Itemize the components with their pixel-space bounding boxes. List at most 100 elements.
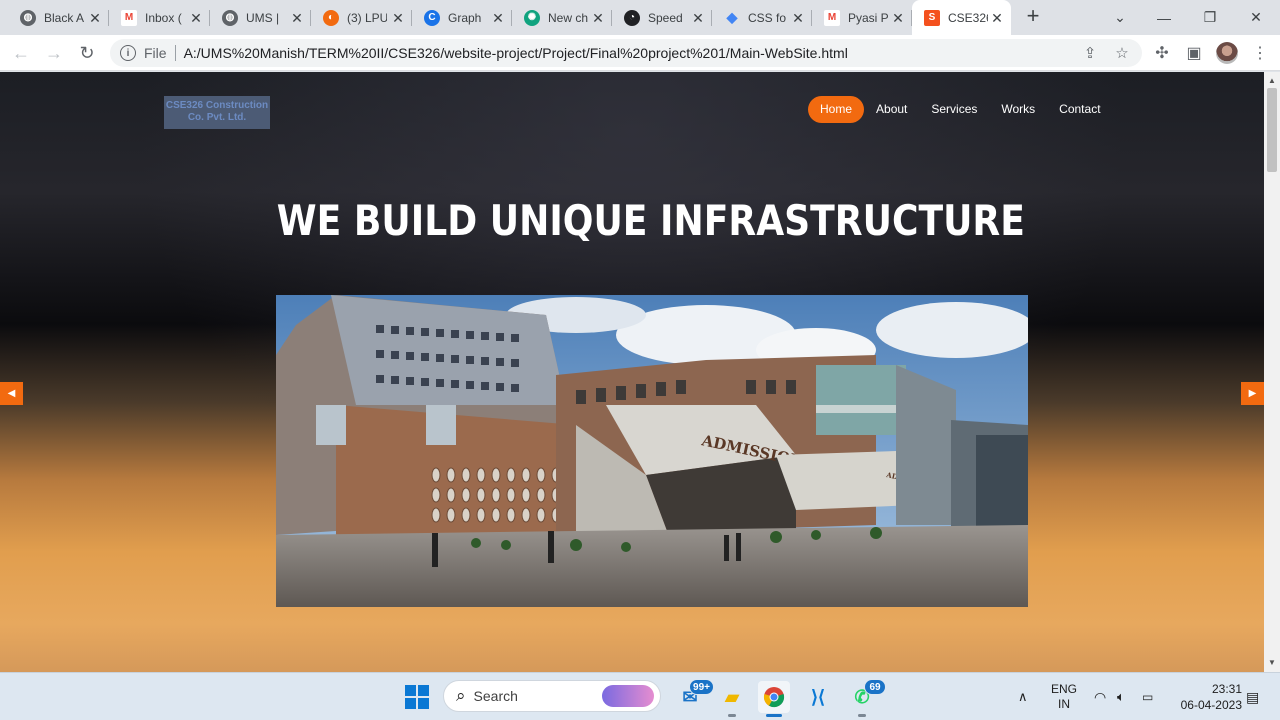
restore-icon[interactable]: ❐ (1187, 0, 1233, 35)
gmail-icon: M (121, 9, 137, 26)
notification-icon[interactable]: ▤ (1246, 673, 1259, 720)
tab-5[interactable]: ✺ New ch ✕ (512, 0, 612, 35)
running-indicator (728, 714, 736, 717)
show-hidden-icons-icon[interactable]: ∧ (1018, 673, 1028, 720)
language-line-2: IN (1058, 697, 1070, 711)
tab-title: Black A (44, 10, 84, 25)
tab-3[interactable]: ◐ (3) LPU ✕ (311, 0, 412, 35)
taskbar-search[interactable]: ⌕ Search (443, 680, 661, 712)
wifi-icon[interactable]: ◠ (1094, 673, 1106, 720)
share-icon[interactable]: ⇪ (1080, 43, 1100, 63)
tab-title: Graph (448, 10, 482, 25)
tab-title: Pyasi P (848, 10, 888, 25)
window-close-icon[interactable]: ✕ (1233, 0, 1279, 35)
clock[interactable]: 23:31 06-04-2023 (1168, 681, 1242, 713)
close-icon[interactable]: ✕ (490, 10, 506, 26)
close-icon[interactable]: ✕ (390, 10, 406, 26)
globe-icon: ◍ (20, 9, 36, 26)
new-tab-icon[interactable]: + (1022, 5, 1044, 28)
divider (174, 45, 176, 61)
tab-title: (3) LPU (347, 10, 387, 25)
clock-date: 06-04-2023 (1180, 698, 1242, 712)
tab-2[interactable]: ◍ UMS | ✕ (210, 0, 311, 35)
graph-app-icon: C (424, 9, 440, 26)
url-text[interactable]: A:/UMS%20Manish/TERM%20II/CSE326/website… (184, 45, 848, 61)
minimize-icon[interactable]: — (1141, 0, 1187, 35)
active-indicator (766, 714, 782, 717)
close-icon[interactable]: ✕ (890, 10, 906, 26)
tab-title: New ch (548, 10, 588, 25)
speed-icon: ◔ (624, 9, 640, 26)
tab-4[interactable]: C Graph ✕ (412, 0, 512, 35)
clock-time: 23:31 (1211, 682, 1242, 696)
close-icon[interactable]: ✕ (790, 10, 806, 26)
tab-7[interactable]: ◆ CSS fo ✕ (712, 0, 812, 35)
s-logo-icon: S (924, 9, 940, 26)
nav-services[interactable]: Services (919, 96, 989, 123)
hero-headline: WE BUILD UNIQUE INFRASTRUCTURE (276, 196, 1025, 245)
tab-title: Inbox ( (145, 10, 182, 25)
tab-8[interactable]: M Pyasi P ✕ (812, 0, 912, 35)
bookmark-star-icon[interactable]: ☆ (1112, 43, 1132, 63)
nav-home[interactable]: Home (808, 96, 865, 123)
forward-icon[interactable]: → (42, 41, 66, 65)
search-icon: ⌕ (456, 686, 466, 705)
globe-icon: ◍ (222, 9, 238, 26)
tab-search-icon[interactable]: ⌄ (1097, 0, 1143, 35)
tab-title: UMS | (246, 10, 280, 25)
site-nav: Home About Services Works Contact (808, 96, 1113, 123)
site-info-icon[interactable]: i (120, 45, 136, 61)
side-panel-icon[interactable]: ▣ (1184, 43, 1204, 63)
page-scrollbar[interactable]: ▲ ▼ (1264, 72, 1280, 672)
close-icon[interactable]: ✕ (989, 10, 1005, 26)
url-scheme-label: File (144, 45, 167, 61)
diamond-icon: ◆ (726, 9, 738, 25)
close-icon[interactable]: ✕ (188, 10, 204, 26)
tab-1[interactable]: M Inbox ( ✕ (109, 0, 210, 35)
language-indicator[interactable]: ENG IN (1046, 682, 1082, 712)
file-explorer-icon[interactable]: ▰ (716, 681, 748, 717)
tab-9-active[interactable]: S CSE326 ✕ (912, 0, 1011, 35)
browser-toolbar: ← → ↻ i File A:/UMS%20Manish/TERM%20II/C… (0, 35, 1280, 71)
close-icon[interactable]: ✕ (590, 10, 606, 26)
whatsapp-icon[interactable]: ✆ 69 (846, 679, 886, 717)
tab-0[interactable]: ◍ Black A ✕ (8, 0, 109, 35)
search-placeholder: Search (473, 688, 518, 704)
hero-image: ADMISSIONS ADMISSIONS (276, 295, 1028, 607)
slider-next-icon[interactable]: ▶ (1241, 382, 1264, 405)
close-icon[interactable]: ✕ (87, 10, 103, 26)
nav-contact[interactable]: Contact (1047, 96, 1112, 123)
chrome-logo-icon (763, 687, 785, 708)
nav-works[interactable]: Works (989, 96, 1047, 123)
gmail-icon: M (824, 9, 840, 26)
mail-app-icon[interactable]: ✉ 99+ (674, 679, 714, 713)
language-line-1: ENG (1050, 682, 1077, 696)
running-indicator (858, 714, 866, 717)
scrollbar-thumb[interactable] (1267, 88, 1277, 172)
menu-dots-icon[interactable]: ⋮ (1250, 43, 1270, 63)
extensions-icon[interactable]: ✣ (1152, 43, 1172, 63)
nav-about[interactable]: About (864, 96, 919, 123)
close-icon[interactable]: ✕ (289, 10, 305, 26)
tab-6[interactable]: ◔ Speed ✕ (612, 0, 712, 35)
scroll-down-icon[interactable]: ▼ (1264, 656, 1280, 670)
slider-prev-icon[interactable]: ◀ (0, 382, 23, 405)
tab-strip: ◍ Black A ✕ M Inbox ( ✕ ◍ UMS | ✕ ◐ (3) … (0, 0, 1280, 35)
admissions-building-illustration: ADMISSIONS ADMISSIONS (276, 295, 1028, 607)
back-icon[interactable]: ← (9, 41, 33, 65)
close-icon[interactable]: ✕ (690, 10, 706, 26)
lpu-icon: ◐ (323, 9, 339, 26)
chrome-icon[interactable] (758, 681, 790, 717)
mail-badge: 99+ (689, 679, 714, 695)
profile-avatar[interactable] (1216, 42, 1238, 64)
scroll-up-icon[interactable]: ▲ (1264, 74, 1280, 88)
tab-title: Speed (648, 10, 683, 25)
vscode-icon[interactable]: ⟩⟨ (802, 681, 834, 713)
tab-title: CSS fo (748, 10, 787, 25)
battery-icon[interactable]: ▭ (1142, 673, 1153, 720)
reload-icon[interactable]: ↻ (75, 41, 99, 65)
volume-icon[interactable]: 🔈︎ (1117, 673, 1125, 720)
start-menu-icon[interactable] (405, 685, 429, 709)
address-bar[interactable]: i File A:/UMS%20Manish/TERM%20II/CSE326/… (110, 39, 1142, 67)
site-logo[interactable]: CSE326 Construction Co. Pvt. Ltd. (164, 96, 270, 129)
